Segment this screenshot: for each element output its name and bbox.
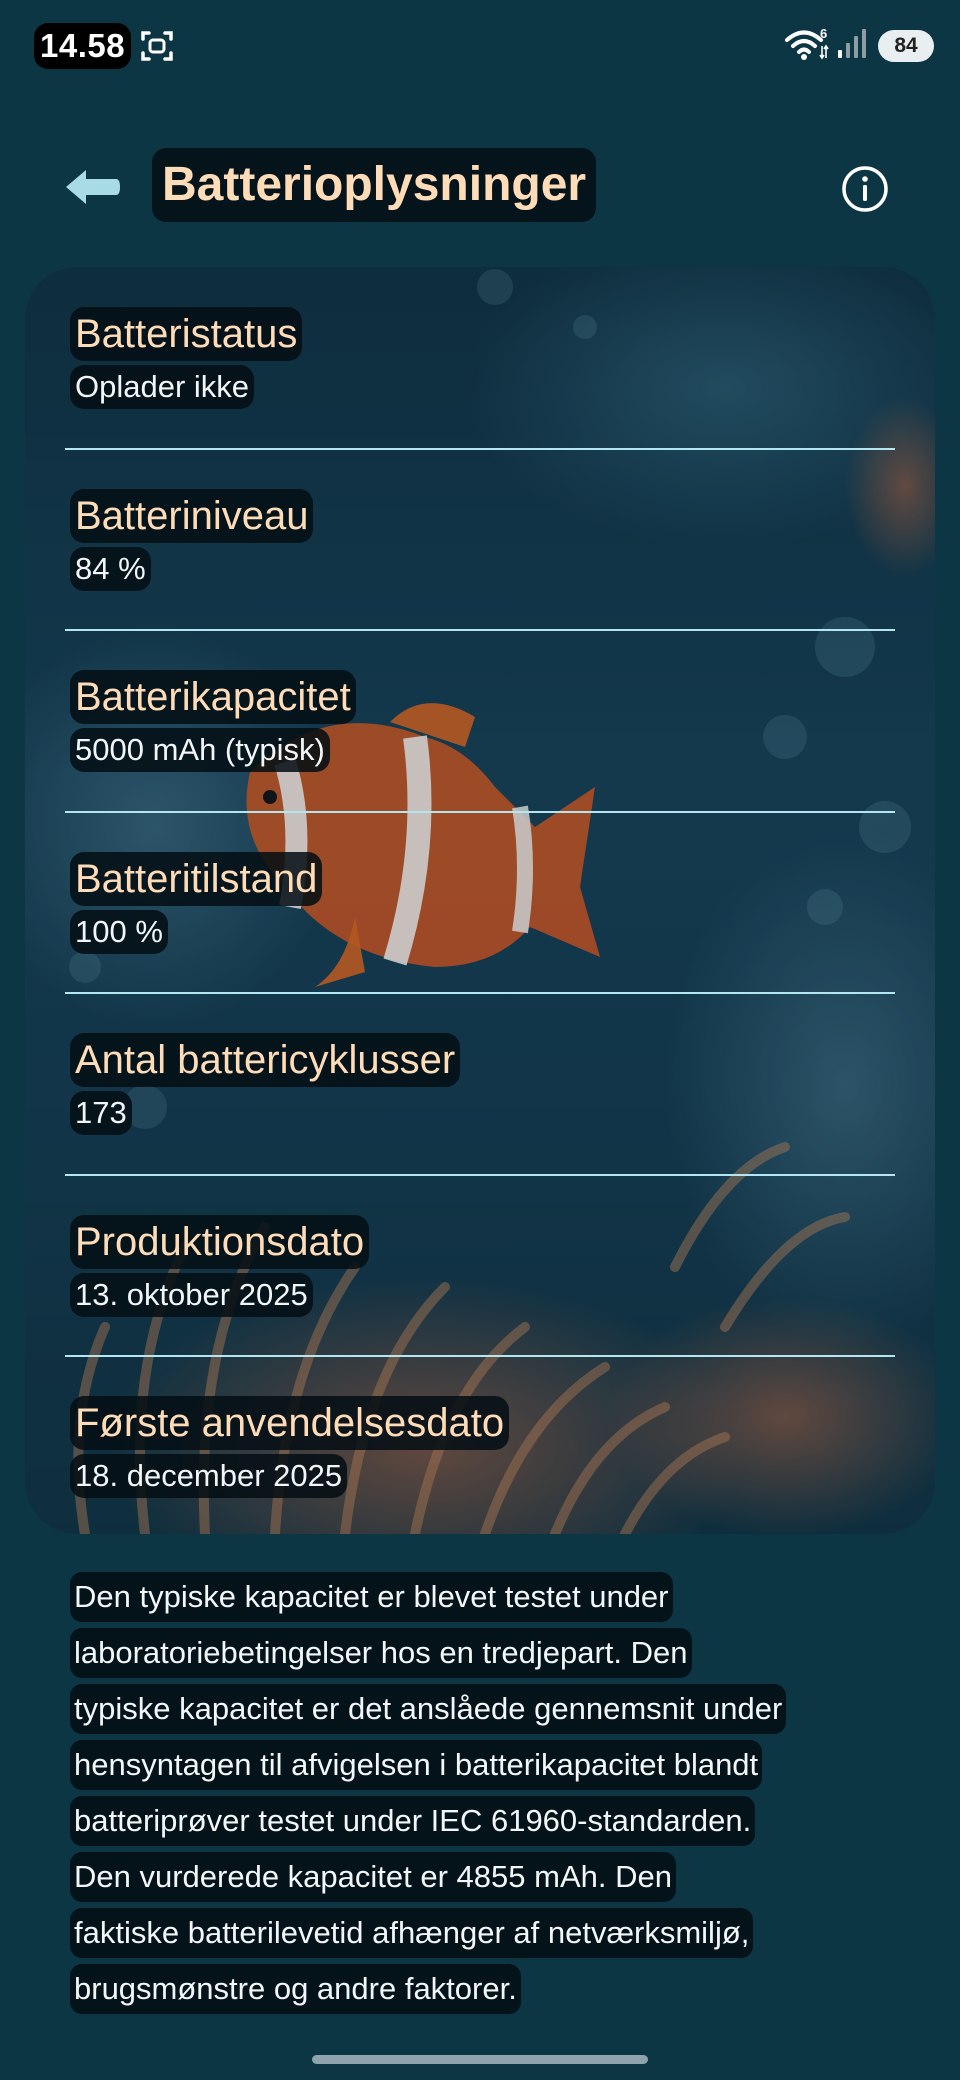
row-battery-health[interactable]: Batteritilstand 100 % [25,812,935,993]
row-battery-level[interactable]: Batteriniveau 84 % [25,449,935,630]
row-value: 84 % [70,547,151,591]
row-battery-capacity[interactable]: Batterikapacitet 5000 mAh (typisk) [25,630,935,811]
row-value: 100 % [70,910,168,954]
note-line: hensyntagen til afvigelsen i batterikapa… [70,1740,763,1790]
row-label: Antal battericyklusser [70,1033,461,1087]
battery-info-card: Batteristatus Oplader ikke Batteriniveau… [25,267,935,1534]
wifi-badge: 6 [820,26,827,41]
battery-indicator: 84 [878,30,934,62]
row-label: Batterikapacitet [70,670,356,724]
status-bar: 14.58 6 84 [0,0,960,92]
capacity-note: Den typiske kapacitet er blevet testet u… [70,1572,910,2020]
row-cycle-count[interactable]: Antal battericyklusser 173 [25,993,935,1174]
note-line: faktiske batterilevetid afhænger af netv… [70,1908,754,1958]
row-value: 5000 mAh (typisk) [70,728,330,772]
note-line: brugsmønstre og andre faktorer. [70,1964,521,2014]
row-label: Batteristatus [70,307,303,361]
back-arrow-icon[interactable] [62,162,122,212]
note-line: laboratoriebetingelser hos en tredjepart… [70,1628,692,1678]
app-header: Batterioplysninger [0,140,960,236]
row-label: Første anvendelsesdato [70,1396,510,1450]
page-title: Batterioplysninger [152,148,597,222]
row-first-use-date[interactable]: Første anvendelsesdato 18. december 2025 [25,1356,935,1534]
home-indicator[interactable] [312,2055,648,2064]
row-value: 173 [70,1091,132,1135]
signal-icon [838,29,866,58]
note-line: Den typiske kapacitet er blevet testet u… [70,1572,673,1622]
row-battery-status[interactable]: Batteristatus Oplader ikke [25,267,935,448]
row-label: Batteritilstand [70,852,323,906]
row-value: 18. december 2025 [70,1454,348,1498]
screenshot-icon [141,31,173,61]
row-label: Batteriniveau [70,489,314,543]
note-line: batteriprøver testet under IEC 61960-sta… [70,1796,756,1846]
row-value: 13. oktober 2025 [70,1273,313,1317]
wifi-icon: 6 [785,26,829,60]
info-icon[interactable] [840,164,890,214]
status-time: 14.58 [34,23,132,69]
row-production-date[interactable]: Produktionsdato 13. oktober 2025 [25,1175,935,1356]
note-line: Den vurderede kapacitet er 4855 mAh. Den [70,1852,676,1902]
row-label: Produktionsdato [70,1215,370,1269]
note-line: typiske kapacitet er det anslåede gennem… [70,1684,787,1734]
row-value: Oplader ikke [70,365,255,409]
